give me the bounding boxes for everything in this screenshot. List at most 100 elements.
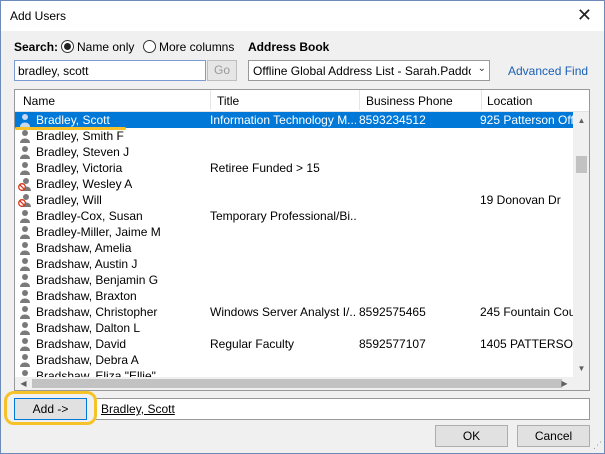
cell-name: Bradshaw, Amelia (36, 241, 132, 255)
column-header-phone[interactable]: Business Phone (366, 94, 453, 108)
table-row[interactable]: Bradley, Smith F (15, 128, 573, 144)
table-row[interactable]: Bradshaw, Braxton (15, 288, 573, 304)
cell-name: Bradley-Cox, Susan (36, 209, 143, 223)
name-only-label[interactable]: Name only (77, 40, 134, 54)
person-icon (18, 129, 32, 143)
list-header: Name Title Business Phone Location (15, 90, 589, 112)
column-header-location[interactable]: Location (487, 94, 532, 108)
table-row[interactable]: Bradshaw, Austin J (15, 256, 573, 272)
table-row[interactable]: Bradshaw, Debra A (15, 352, 573, 368)
table-row[interactable]: Bradley-Miller, Jaime M (15, 224, 573, 240)
person-icon (18, 161, 32, 175)
scroll-down-icon[interactable]: ▼ (573, 360, 589, 377)
person-icon (18, 257, 32, 271)
column-header-title[interactable]: Title (217, 94, 239, 108)
cell-name: Bradshaw, Austin J (36, 257, 138, 271)
cell-name: Bradshaw, Braxton (36, 289, 137, 303)
advanced-find-link[interactable]: Advanced Find (508, 64, 588, 78)
column-divider[interactable] (210, 90, 211, 110)
address-book-value: Offline Global Address List - Sarah.Padd… (253, 64, 471, 78)
scroll-right-icon[interactable]: ▶ (556, 377, 573, 390)
scroll-left-icon[interactable]: ◀ (15, 377, 32, 390)
name-only-radio[interactable] (61, 40, 74, 53)
cell-name: Bradshaw, Dalton L (36, 321, 141, 335)
scroll-corner (573, 377, 589, 390)
cell-title: Retiree Funded > 15 (210, 161, 320, 175)
cell-name: Bradley, Will (36, 193, 102, 207)
list-rows: Bradley, Scott Information Technology M..… (15, 112, 573, 377)
cell-location: 19 Donovan Dr (480, 193, 561, 207)
added-user-name[interactable]: Bradley, Scott (101, 402, 175, 416)
person-icon (18, 241, 32, 255)
resize-grip-icon[interactable]: ⋰ (593, 440, 602, 451)
address-book-select[interactable]: Offline Global Address List - Sarah.Padd… (248, 60, 490, 81)
window-title: Add Users (10, 9, 67, 23)
more-columns-label[interactable]: More columns (159, 40, 234, 54)
cell-name: Bradley, Wesley A (36, 177, 133, 191)
table-row[interactable]: Bradshaw, Christopher Windows Server Anal… (15, 304, 573, 320)
person-blocked-icon (18, 193, 32, 207)
table-row[interactable]: Bradley, Victoria Retiree Funded > 15 (15, 160, 573, 176)
column-divider[interactable] (481, 90, 482, 110)
cell-title: Information Technology M... (210, 113, 356, 127)
close-icon[interactable]: ✕ (577, 5, 592, 25)
scroll-up-icon[interactable]: ▲ (573, 112, 589, 129)
cell-name: Bradshaw, Benjamin G (36, 273, 159, 287)
more-columns-radio[interactable] (143, 40, 156, 53)
add-users-dialog: Add Users ✕ Search: Name only More colum… (0, 0, 605, 454)
table-row[interactable]: Bradley, Wesley A (15, 176, 573, 192)
table-row[interactable]: Bradley-Cox, Susan Temporary Professional… (15, 208, 573, 224)
go-button[interactable]: Go (207, 60, 237, 81)
cell-location: 1405 PATTERSON OFFICE (480, 337, 573, 351)
person-icon (18, 321, 32, 335)
person-icon (18, 113, 32, 127)
cell-title: Regular Faculty (210, 337, 295, 351)
cell-name: Bradley-Miller, Jaime M (36, 225, 161, 239)
highlight-underline (15, 127, 126, 130)
cell-name: Bradley, Victoria (36, 161, 123, 175)
cell-name: Bradshaw, David (36, 337, 127, 351)
cancel-button[interactable]: Cancel (517, 425, 590, 447)
table-row[interactable]: Bradshaw, Benjamin G (15, 272, 573, 288)
column-header-name[interactable]: Name (23, 94, 55, 108)
address-book-label: Address Book (248, 40, 330, 54)
table-row[interactable]: Bradshaw, Dalton L (15, 320, 573, 336)
vertical-scrollbar[interactable]: ▲ ▼ (573, 112, 589, 377)
scroll-thumb[interactable] (576, 156, 587, 173)
person-icon (18, 225, 32, 239)
cell-location: 925 Patterson Office Tower (480, 113, 573, 127)
column-divider[interactable] (359, 90, 360, 110)
hscroll-thumb[interactable] (32, 379, 562, 388)
person-icon (18, 209, 32, 223)
user-list[interactable]: Name Title Business Phone Location Bradl… (14, 89, 590, 391)
person-icon (18, 353, 32, 367)
table-row[interactable]: Bradshaw, Amelia (15, 240, 573, 256)
cell-name: Bradshaw, Eliza "Ellie" (36, 369, 156, 377)
search-label: Search: (14, 40, 59, 54)
table-row[interactable]: Bradley, Will 19 Donovan Dr (15, 192, 573, 208)
cell-name: Bradley, Smith F (36, 129, 124, 143)
cell-location: 245 Fountain Court (480, 305, 573, 319)
cell-phone: 8592577107 (359, 337, 426, 351)
person-icon (18, 289, 32, 303)
added-users-field[interactable]: Bradley, Scott (94, 398, 590, 420)
person-icon (18, 305, 32, 319)
ok-button[interactable]: OK (435, 425, 508, 447)
person-icon (18, 145, 32, 159)
horizontal-scrollbar[interactable]: ◀ ▶ (15, 377, 573, 390)
search-input[interactable] (14, 60, 206, 81)
table-row[interactable]: Bradshaw, Eliza "Ellie" (15, 368, 573, 377)
person-icon (18, 273, 32, 287)
cell-name: Bradshaw, Debra A (36, 353, 139, 367)
cell-name: Bradshaw, Christopher (36, 305, 158, 319)
chevron-down-icon: ⌄ (477, 63, 486, 74)
person-blocked-icon (18, 177, 32, 191)
cell-title: Temporary Professional/Bi... (210, 209, 356, 223)
cell-phone: 8593234512 (359, 113, 426, 127)
table-row[interactable]: Bradley, Steven J (15, 144, 573, 160)
table-row[interactable]: Bradley, Scott Information Technology M..… (15, 112, 573, 128)
cell-title: Windows Server Analyst I/... (210, 305, 356, 319)
cell-phone: 8592575465 (359, 305, 426, 319)
table-row[interactable]: Bradshaw, David Regular Faculty 8592577107… (15, 336, 573, 352)
add-button[interactable]: Add -> (14, 398, 87, 420)
